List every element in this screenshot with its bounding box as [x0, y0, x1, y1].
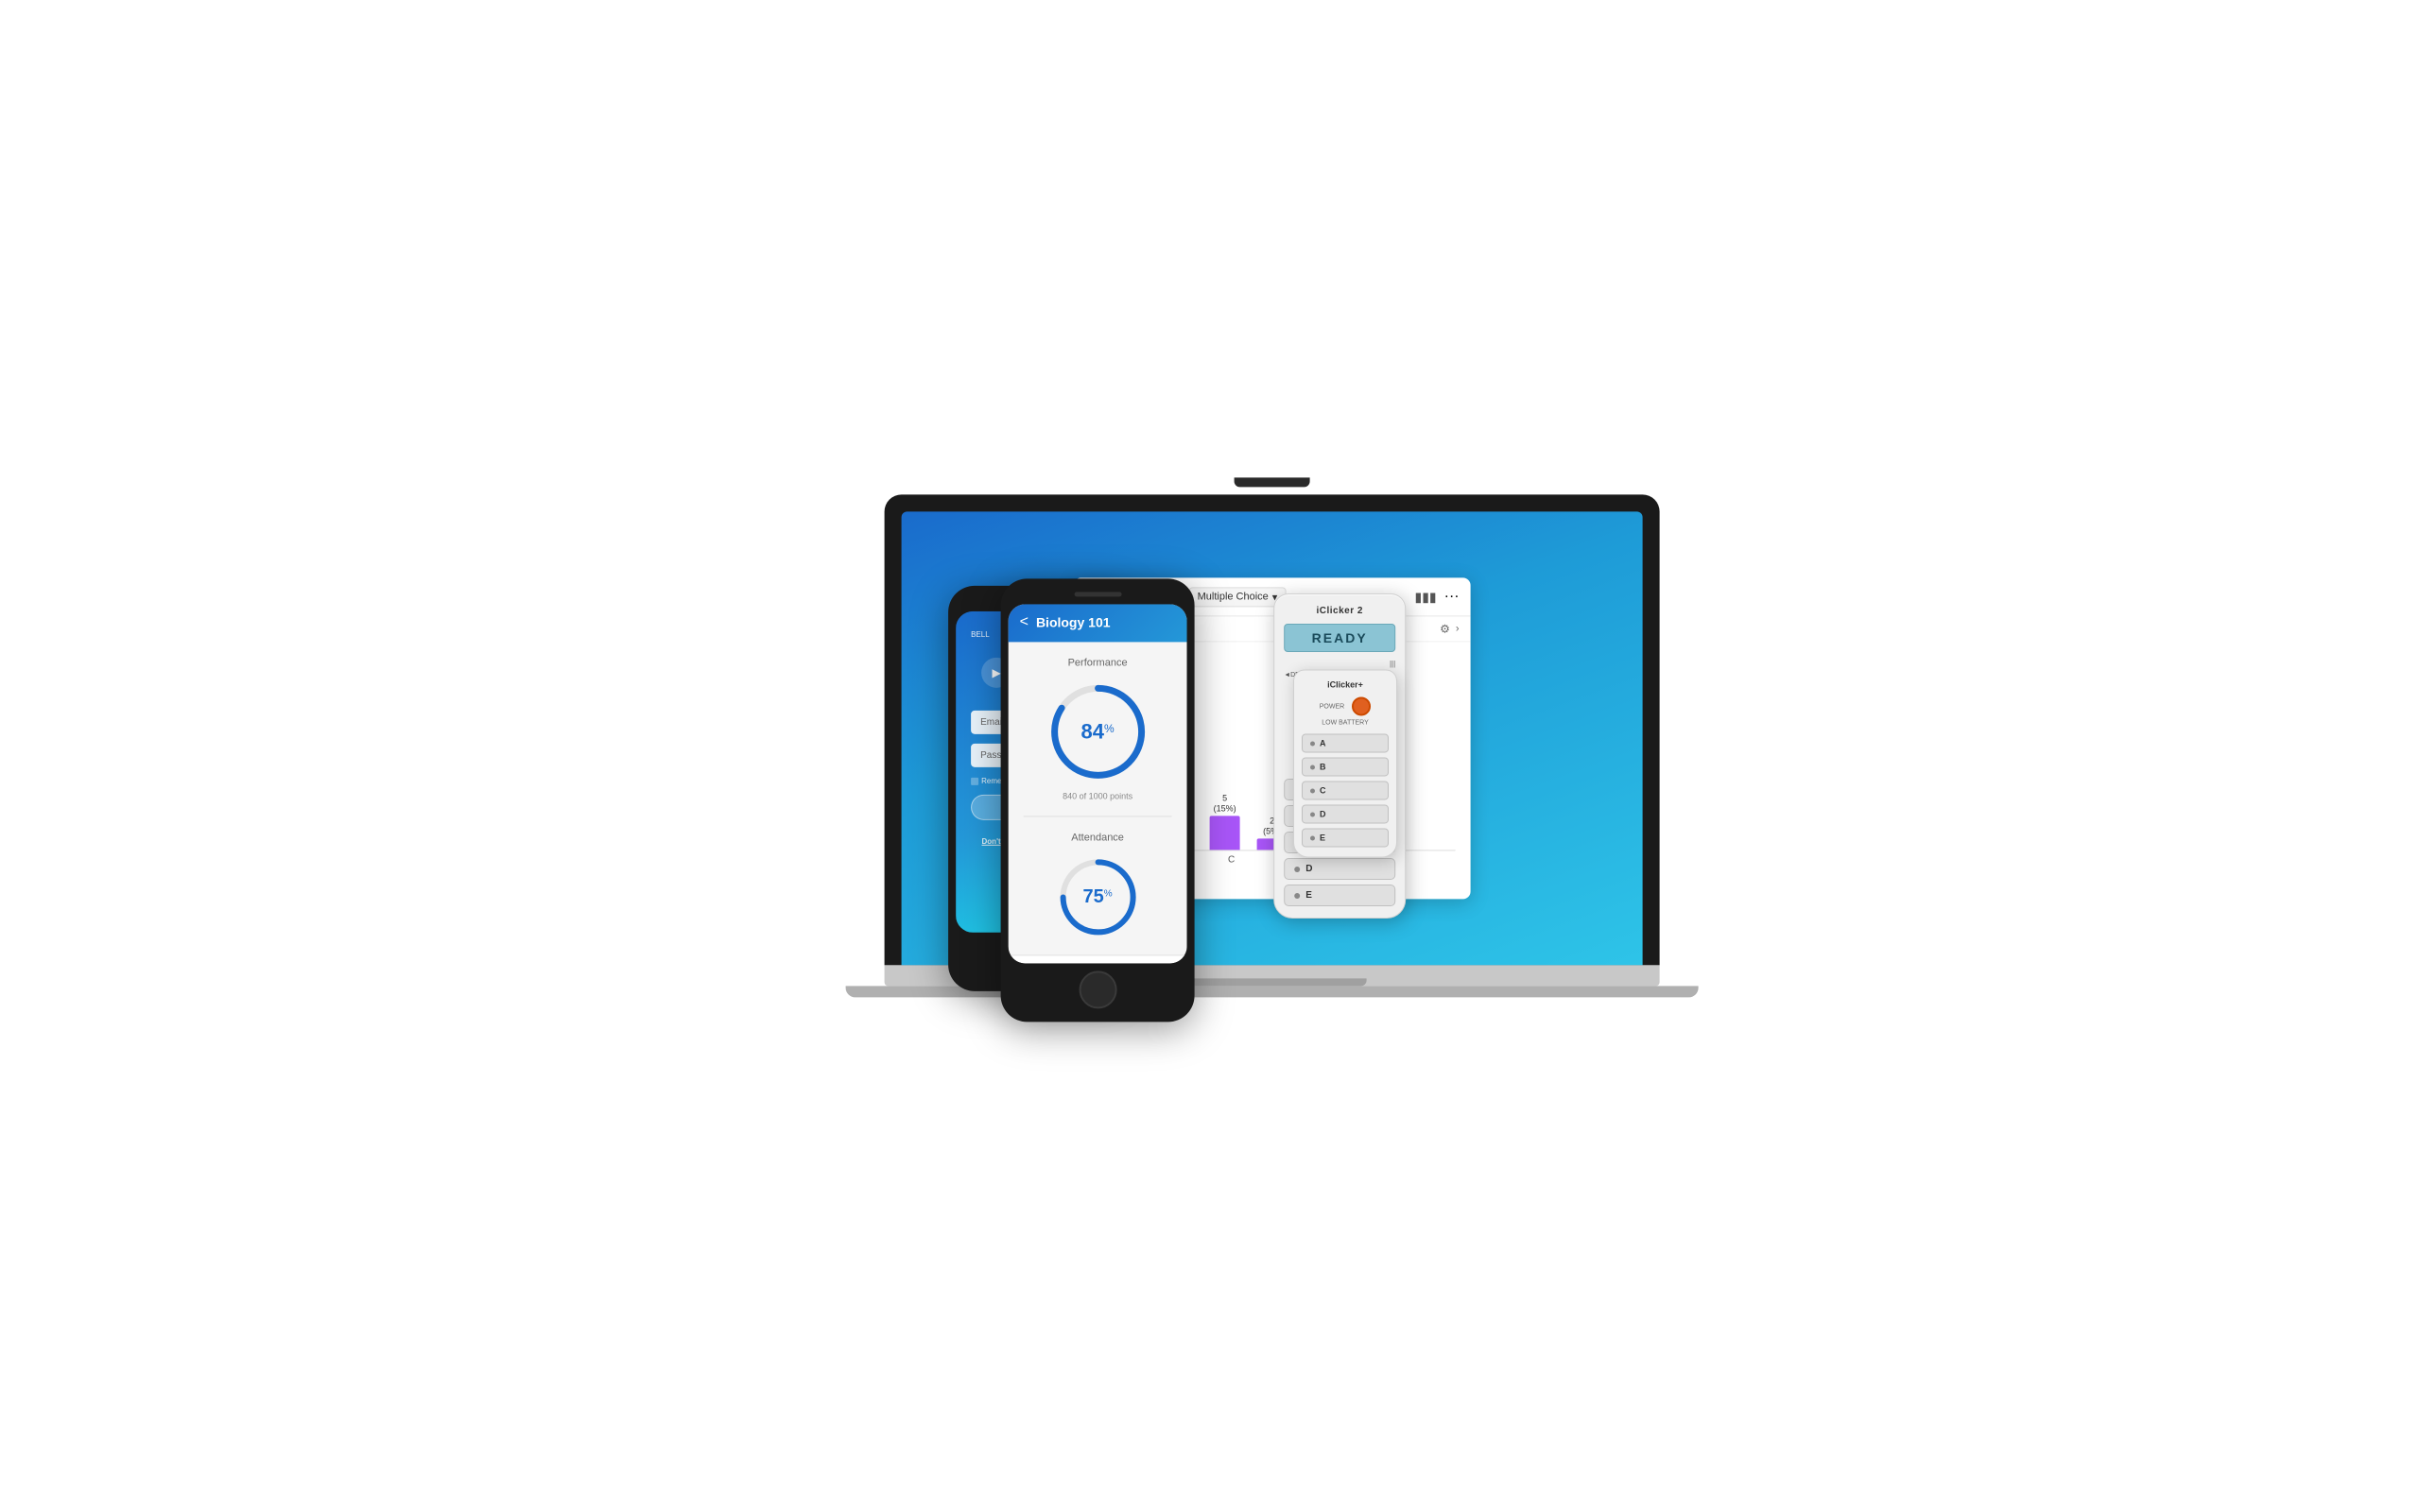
iclickerplus-remote: iClicker+ POWER LOW BATTERY A B C	[1293, 669, 1397, 857]
power-button[interactable]	[1352, 696, 1371, 715]
bar-c: 5(15%)	[1210, 794, 1240, 850]
iclickerplus-btn-e-label: E	[1320, 833, 1325, 842]
iclickerplus-btn-c-dot	[1310, 788, 1315, 793]
biology-screen: < Biology 101 Performance 84%	[1009, 604, 1187, 963]
iclickerplus-abc-buttons: A B C D E	[1302, 733, 1389, 847]
remember-checkbox[interactable]	[971, 777, 978, 784]
phone-bio-screen: < Biology 101 Performance 84%	[1009, 604, 1187, 963]
question-type-dropdown[interactable]: Multiple Choice ▾	[1189, 587, 1287, 607]
header-arrow[interactable]: ›	[1456, 623, 1460, 634]
performance-label: Performance	[1068, 657, 1128, 668]
iclickerplus-btn-d-label: D	[1320, 809, 1326, 818]
iclickerplus-btn-e[interactable]: E	[1302, 828, 1389, 847]
iclickerplus-btn-a[interactable]: A	[1302, 733, 1389, 752]
toolbar-right: ▮▮▮ ···	[1414, 588, 1459, 605]
performance-circle: 84%	[1046, 679, 1150, 783]
more-options[interactable]: ···	[1444, 588, 1460, 605]
power-row: POWER	[1302, 696, 1389, 715]
performance-sup: %	[1104, 722, 1115, 735]
iclickerplus-btn-e-dot	[1310, 835, 1315, 840]
iclickerplus-btn-c[interactable]: C	[1302, 781, 1389, 799]
iclickerplus-btn-a-label: A	[1320, 738, 1326, 747]
phone-bio-body: < Biology 101 Performance 84%	[1001, 578, 1195, 1022]
iclickerplus-btn-d[interactable]: D	[1302, 804, 1389, 823]
attendance-sup: %	[1104, 889, 1113, 900]
settings-icon[interactable]: ⚙	[1440, 622, 1450, 635]
iclickerplus-btn-b-dot	[1310, 765, 1315, 769]
btn-d-label: D	[1305, 864, 1312, 874]
chart-icon[interactable]: ▮▮▮	[1414, 589, 1436, 605]
carrier: BELL	[971, 630, 990, 639]
signal-indicator: |||	[1284, 660, 1395, 668]
battery-label: LOW BATTERY	[1302, 719, 1389, 726]
iclickerplus-body: iClicker+ POWER LOW BATTERY A B C	[1293, 669, 1397, 857]
performance-number: 84	[1081, 719, 1104, 743]
phone2-speaker	[1074, 592, 1121, 596]
x-label-c: C	[1208, 854, 1255, 865]
iclickerplus-btn-c-label: C	[1320, 785, 1326, 795]
power-label: POWER	[1320, 703, 1344, 710]
phone-bio: < Biology 101 Performance 84%	[1001, 578, 1195, 1022]
bio-content: Performance 84% 840 of 1000 points	[1009, 642, 1187, 954]
points-label: 840 of 1000 points	[1063, 791, 1132, 800]
back-button[interactable]: <	[1020, 613, 1028, 630]
btn-d[interactable]: D	[1284, 858, 1395, 880]
iclickerplus-btn-a-dot	[1310, 741, 1315, 746]
iclickerplus-btn-d-dot	[1310, 812, 1315, 816]
attendance-circle: 75%	[1055, 854, 1140, 939]
course-title: Biology 101	[1036, 614, 1111, 629]
btn-e[interactable]: E	[1284, 885, 1395, 906]
bottom-nav: 📈 Statistics 📋 Course History 🔧 Photo To…	[1009, 954, 1187, 963]
btn-d-dot	[1294, 867, 1300, 872]
home-button-2[interactable]	[1079, 971, 1116, 1008]
attendance-number: 75	[1083, 886, 1104, 907]
iclickerplus-btn-b-label: B	[1320, 762, 1326, 771]
remote-display: READY	[1284, 624, 1395, 652]
btn-e-label: E	[1305, 890, 1312, 901]
question-type-label: Multiple Choice	[1198, 591, 1269, 602]
remote-title: iClicker 2	[1284, 606, 1395, 616]
performance-percent-display: 84%	[1081, 719, 1115, 744]
course-header: < Biology 101	[1009, 604, 1187, 642]
attendance-percent-display: 75%	[1083, 886, 1113, 908]
iclickerplus-btn-b[interactable]: B	[1302, 757, 1389, 776]
btn-e-dot	[1294, 893, 1300, 899]
attendance-label: Attendance	[1071, 832, 1124, 843]
iclickerplus-title: iClicker+	[1302, 679, 1389, 689]
